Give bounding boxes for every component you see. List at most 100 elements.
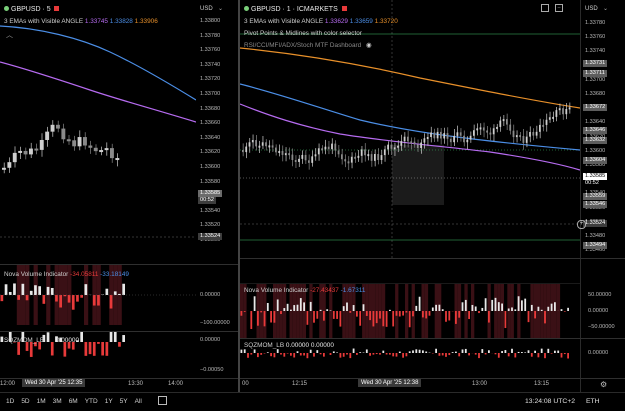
histogram-bar (415, 349, 417, 353)
right-nova-name: Nova Volume Indicator (244, 287, 308, 294)
candle-body (348, 161, 350, 163)
range-button-1d[interactable]: 1D (6, 398, 14, 405)
histogram-bar (241, 350, 243, 353)
add-alert-plus-icon[interactable]: + (577, 220, 586, 229)
utc-clock[interactable]: 13:24:08 UTC+2 (525, 398, 575, 405)
right-pivot-legend[interactable]: Pivot Points & Midlines with color selec… (244, 30, 362, 37)
eye-icon[interactable]: ◉ (366, 42, 372, 49)
candle-body (400, 141, 402, 146)
histogram-bar (85, 284, 88, 295)
histogram-bar (244, 349, 246, 353)
right-sqz-legend[interactable]: SQZMOM_LB 0.00000 0.00000 (244, 342, 334, 349)
histogram-bar (551, 353, 553, 354)
candle-body (493, 128, 495, 134)
left-currency-label[interactable]: USD (200, 6, 213, 12)
histogram-bar (521, 300, 523, 311)
chart-settings-gear-icon[interactable]: ⚙ (600, 380, 607, 389)
histogram-bar (333, 351, 335, 353)
histogram-bar (326, 309, 328, 311)
histogram-bar (429, 311, 431, 316)
histogram-bar (9, 292, 12, 295)
left-collapse-chevron-icon[interactable]: ︿ (6, 30, 13, 40)
range-button-1m[interactable]: 1M (37, 398, 46, 405)
left-chart-main-pane[interactable]: GBPUSD · 5 3 EMAs with Visible ANGLE 1.3… (0, 0, 196, 264)
histogram-bar (554, 302, 556, 311)
left-nova-legend[interactable]: Nova Volume Indicator -34.05811 -33.1814… (4, 271, 129, 278)
histogram-bar (260, 353, 262, 355)
histogram-bar (22, 284, 25, 295)
candle-body (410, 141, 412, 143)
histogram-bar (445, 311, 447, 322)
date-range-calendar-icon[interactable] (158, 396, 167, 405)
left-nova-tick-1: −100.00000 (200, 320, 230, 326)
histogram-bar (554, 351, 556, 353)
right-currency-chevron-icon[interactable]: ⌄ (603, 5, 608, 12)
histogram-bar (257, 311, 259, 326)
range-button-6m[interactable]: 6M (69, 398, 78, 405)
right-ema-legend[interactable]: 3 EMAs with Visible ANGLE 1.33629 1.3365… (244, 18, 398, 25)
candle-body (351, 157, 353, 163)
histogram-bar (287, 304, 289, 311)
right-price-badge: 1.33604 (583, 157, 607, 164)
right-chart-canvas[interactable] (240, 0, 580, 258)
left-sqz-legend[interactable]: SQZMOM_LB 0.00000 (4, 337, 79, 344)
histogram-bar (310, 302, 312, 311)
quote-currency[interactable]: ETH (586, 398, 600, 405)
histogram-bar (501, 351, 503, 353)
candle-body (13, 153, 17, 162)
left-nova-pane[interactable]: Nova Volume Indicator -34.05811 -33.1814… (0, 265, 196, 331)
histogram-bar (34, 285, 37, 295)
left-sqz-pane[interactable]: SQZMOM_LB 0.00000 (0, 332, 196, 378)
candle-body (94, 148, 98, 151)
range-button-5d[interactable]: 5D (21, 398, 29, 405)
histogram-bar (475, 306, 477, 311)
range-button-1y[interactable]: 1Y (105, 398, 113, 405)
right-rsi-legend[interactable]: RSI/CCI/MFI/ADX/Stoch MTF Dashboard ◉ (244, 41, 372, 49)
left-symbol-legend[interactable]: GBPUSD · 5 (4, 6, 59, 13)
right-sqz-pane[interactable]: SQZMOM_LB 0.00000 0.00000 (240, 339, 580, 378)
left-ema-legend[interactable]: 3 EMAs with Visible ANGLE 1.33745 1.3382… (4, 18, 158, 25)
right-currency-label[interactable]: USD (585, 6, 598, 12)
candle-body (252, 140, 254, 142)
histogram-bar (439, 353, 441, 356)
right-nova-pane[interactable]: Nova Volume Indicator -27.43437 -1.67311 (240, 284, 580, 338)
left-time-axis[interactable]: 12:00 13:30 14:00 Wed 30 Apr '25 12:35 (0, 378, 238, 391)
left-currency-chevron-icon[interactable]: ⌄ (218, 5, 223, 12)
histogram-bar (343, 306, 345, 311)
histogram-bar (567, 353, 569, 358)
histogram-bar (389, 353, 391, 355)
right-price-tick: 1.33760 (585, 34, 605, 40)
histogram-bar (505, 311, 507, 328)
range-button-5y[interactable]: 5Y (120, 398, 128, 405)
right-nova-legend[interactable]: Nova Volume Indicator -27.43437 -1.67311 (244, 287, 365, 294)
left-chart-canvas[interactable] (0, 0, 196, 264)
histogram-bar (346, 303, 348, 311)
left-time-tick-1: 13:30 (128, 381, 143, 387)
right-chart-main-pane[interactable]: GBPUSD · 1 · ICMARKETS 3 EMAs with Visib… (240, 0, 580, 258)
range-button-all[interactable]: All (135, 398, 142, 405)
right-pane-divider-0[interactable] (240, 258, 625, 259)
histogram-bar (412, 350, 414, 353)
right-price-axis[interactable]: – USD ⌄ 1.337801.337601.337401.337201.33… (580, 0, 625, 392)
range-button-3m[interactable]: 3M (53, 398, 62, 405)
candle-body (424, 138, 426, 142)
maximize-icon[interactable] (541, 4, 549, 12)
right-symbol-legend[interactable]: GBPUSD · 1 · ICMARKETS (244, 6, 347, 13)
histogram-bar (5, 284, 8, 295)
histogram-bar (353, 305, 355, 311)
right-price-tick: 1.33680 (585, 91, 605, 97)
histogram-bar (551, 304, 553, 311)
histogram-bar (458, 353, 460, 356)
histogram-bar (567, 308, 569, 311)
candle-body (67, 139, 71, 141)
histogram-bar (478, 311, 480, 313)
candle-body (440, 132, 442, 139)
close-pane-icon[interactable]: – (555, 4, 563, 12)
histogram-bar (382, 311, 384, 326)
range-button-ytd[interactable]: YTD (85, 398, 98, 405)
histogram-bar (518, 296, 520, 311)
histogram-bar (488, 311, 490, 323)
right-time-axis[interactable]: 00 12:15 13:00 13:15 Wed 30 Apr '25 12:3… (240, 378, 625, 391)
histogram-bar (356, 311, 358, 317)
histogram-bar (419, 350, 421, 353)
